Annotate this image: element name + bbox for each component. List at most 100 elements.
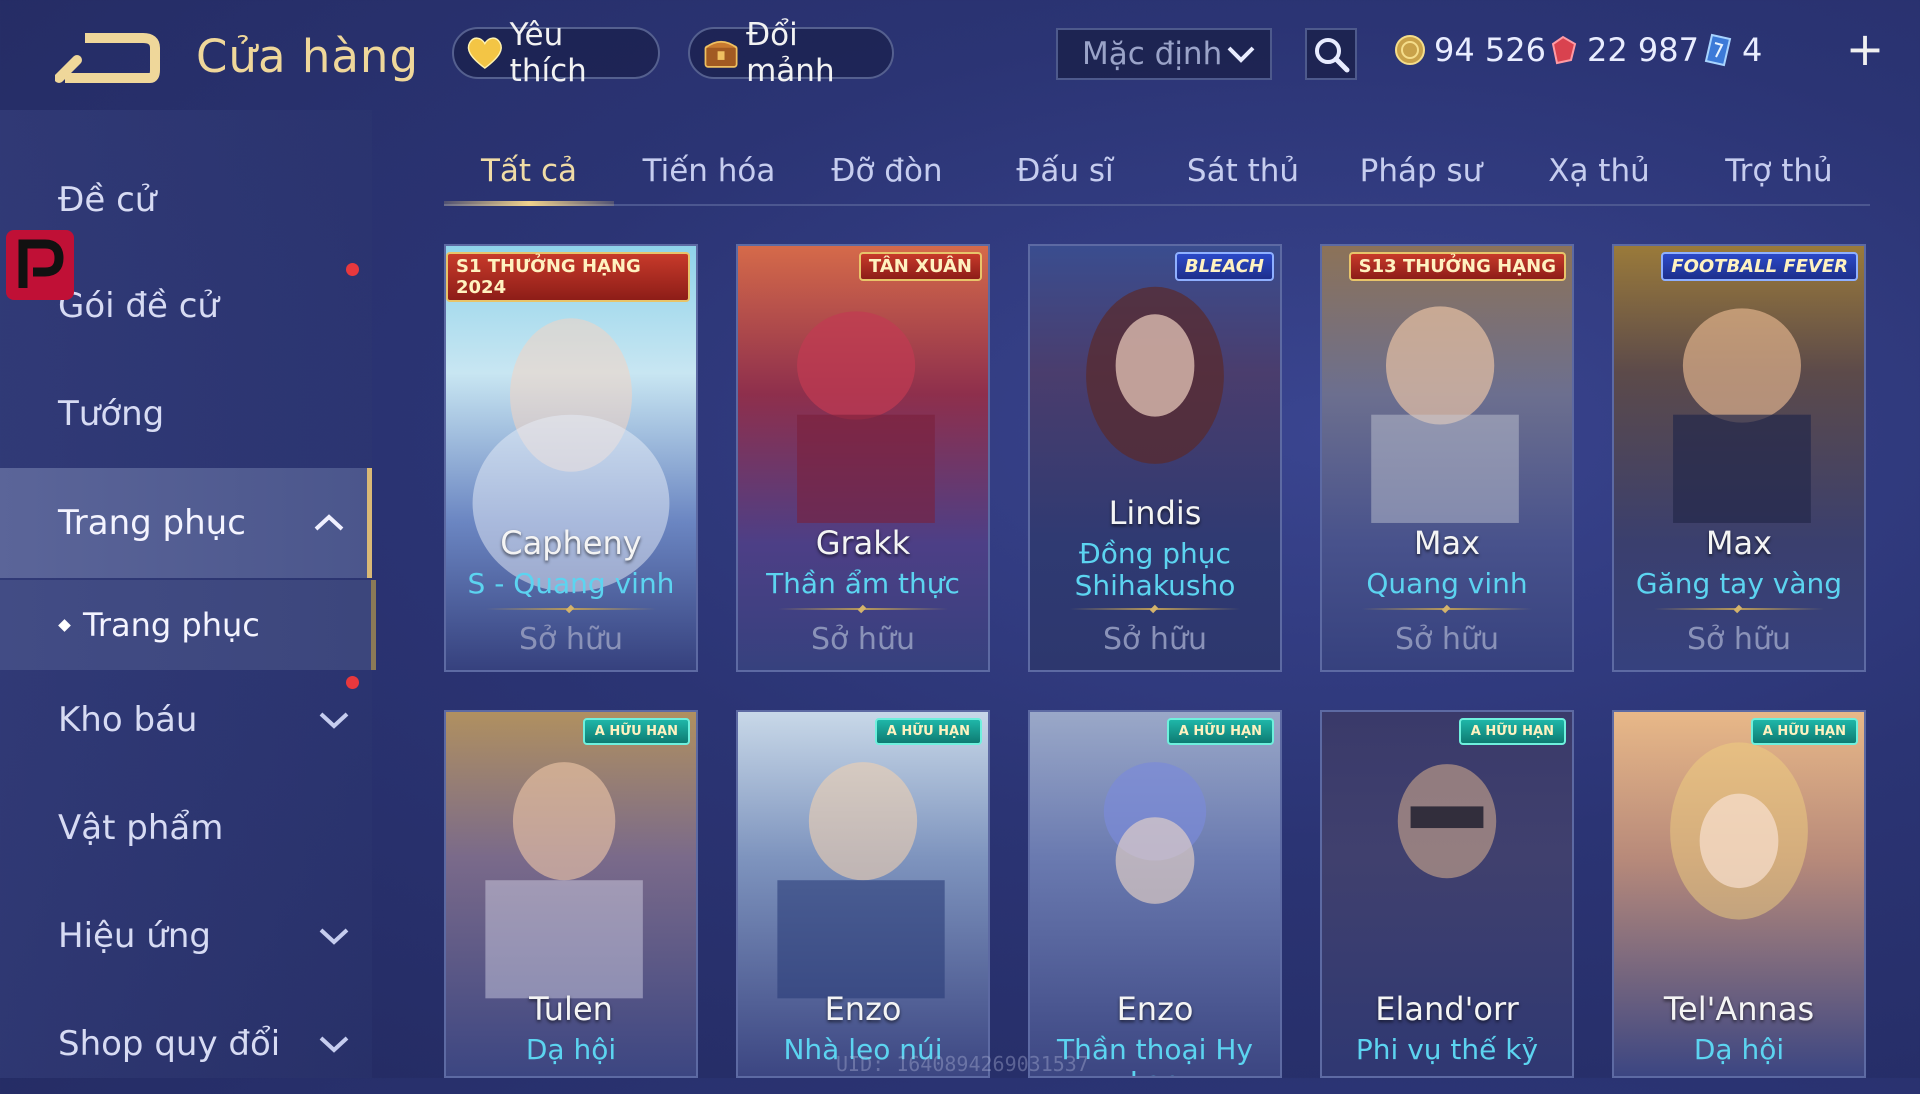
tab-support[interactable]: Trợ thủ xyxy=(1694,140,1864,202)
skin-name: Dạ hội xyxy=(1693,1033,1785,1066)
uid-watermark: UID: 1640894269031537 xyxy=(836,1052,1089,1076)
event-badge: S13 THƯỞNG HẠNG xyxy=(1348,252,1566,281)
skin-card[interactable]: A HỮU HẠN Tulen Dạ hội xyxy=(444,710,698,1078)
event-badge: BLEACH xyxy=(1174,252,1274,281)
favorites-button[interactable]: Yêu thích xyxy=(452,17,660,89)
tab-label: Trợ thủ xyxy=(1725,153,1833,189)
sidebar-item-heroes[interactable]: Tướng xyxy=(0,364,372,464)
chevron-down-icon xyxy=(319,1036,349,1053)
limited-badge: A HỮU HẠN xyxy=(582,718,690,745)
hero-name: Max xyxy=(1413,524,1481,562)
gold-coin-icon xyxy=(1395,35,1425,65)
hero-name: Tel'Annas xyxy=(1663,990,1815,1028)
overlay-logo xyxy=(6,230,74,300)
sidebar-item-skins[interactable]: Trang phục xyxy=(0,468,372,578)
tab-evolution[interactable]: Tiến hóa xyxy=(624,140,794,202)
owned-status: Sở hữu xyxy=(1687,622,1791,657)
hero-name: Capheny xyxy=(500,524,642,562)
tab-label: Đấu sĩ xyxy=(1016,153,1114,189)
heart-icon xyxy=(467,37,502,69)
skin-card[interactable]: A HỮU HẠN Enzo Nhà leo núi xyxy=(736,710,990,1078)
skin-card[interactable]: A HỮU HẠN Tel'Annas Dạ hội xyxy=(1612,710,1866,1078)
hero-name: Max xyxy=(1705,524,1773,562)
skin-card[interactable]: A HỮU HẠN Enzo Thần thoại Hy Lạp xyxy=(1028,710,1282,1078)
hero-name: Enzo xyxy=(1116,990,1194,1028)
tab-label: Tất cả xyxy=(481,153,577,189)
skin-name: Đồng phục Shihakusho xyxy=(1074,537,1236,602)
sidebar-subitem-label: Trang phục xyxy=(83,606,260,644)
voucher-amount: 4 xyxy=(1742,31,1763,69)
skin-card[interactable]: FOOTBALL FEVER Max Găng tay vàng Sở hữu xyxy=(1612,244,1866,672)
sidebar-item-label: Shop quy đổi xyxy=(58,1024,281,1064)
event-badge: TÂN XUÂN xyxy=(858,252,982,281)
event-badge: FOOTBALL FEVER xyxy=(1661,252,1858,281)
fragment-label: Đổi mảnh xyxy=(746,17,835,89)
card-divider xyxy=(1654,608,1824,610)
sort-selected-value: Mặc định xyxy=(1082,36,1223,72)
skin-name: Găng tay vàng xyxy=(1635,567,1843,600)
overlay-logo-icon xyxy=(18,239,64,288)
bullet-icon xyxy=(58,618,71,632)
chevron-down-icon xyxy=(319,712,349,729)
fragment-exchange-button[interactable]: Đổi mảnh xyxy=(688,17,894,89)
skin-card[interactable]: A HỮU HẠN Eland'orr Phi vụ thế kỷ xyxy=(1320,710,1574,1078)
tab-fighter[interactable]: Đấu sĩ xyxy=(980,140,1150,202)
tab-label: Xạ thủ xyxy=(1548,153,1650,189)
search-button[interactable] xyxy=(1305,28,1357,80)
sidebar-item-effects[interactable]: Hiệu ứng xyxy=(0,886,372,986)
owned-status: Sở hữu xyxy=(811,622,915,657)
notification-dot xyxy=(346,263,359,276)
owned-status: Sở hữu xyxy=(1395,622,1499,657)
skin-name: S - Quang vinh xyxy=(467,567,675,600)
voucher-balance: 4 xyxy=(1702,28,1762,72)
skin-card[interactable]: BLEACH Lindis Đồng phục Shihakusho Sở hữ… xyxy=(1028,244,1282,672)
sidebar-item-label: Gói đề cử xyxy=(58,286,219,326)
sidebar-item-label: Trang phục xyxy=(58,503,246,543)
search-icon xyxy=(1315,38,1350,73)
category-tabs: Tất cả Tiến hóa Đỡ đòn Đấu sĩ Sát thủ Ph… xyxy=(444,140,1870,206)
tab-label: Pháp sư xyxy=(1359,153,1483,189)
tab-assassin[interactable]: Sát thủ xyxy=(1158,140,1328,202)
gold-amount: 94 526 xyxy=(1434,31,1546,69)
chevron-down-icon xyxy=(319,928,349,945)
page-title: Cửa hàng xyxy=(196,30,420,83)
sidebar-item-items[interactable]: Vật phẩm xyxy=(0,778,372,878)
sidebar-subitem-skins[interactable]: Trang phục xyxy=(0,580,376,670)
hero-name: Lindis xyxy=(1108,494,1202,532)
skin-card[interactable]: S1 THƯỞNG HẠNG 2024 Capheny S - Quang vi… xyxy=(444,244,698,672)
skin-card[interactable]: TÂN XUÂN Grakk Thần ẩm thực Sở hữu xyxy=(736,244,990,672)
card-divider xyxy=(778,608,948,610)
gold-balance: 94 526 xyxy=(1394,28,1546,72)
hero-name: Tulen xyxy=(529,990,613,1028)
sort-dropdown[interactable]: Mặc định xyxy=(1056,28,1272,80)
voucher-icon xyxy=(1704,33,1732,67)
sidebar-item-label: Hiệu ứng xyxy=(58,916,211,956)
tab-mage[interactable]: Pháp sư xyxy=(1336,140,1506,202)
owned-status: Sở hữu xyxy=(519,622,623,657)
back-button[interactable] xyxy=(54,30,160,85)
sidebar-item-treasure[interactable]: Kho báu xyxy=(0,670,372,770)
sidebar-item-exchange-shop[interactable]: Shop quy đổi xyxy=(0,994,372,1094)
card-divider xyxy=(1070,608,1240,610)
active-tab-indicator xyxy=(444,201,614,206)
tab-all[interactable]: Tất cả xyxy=(444,140,614,206)
tab-tank[interactable]: Đỡ đòn xyxy=(802,140,972,202)
tab-label: Tiến hóa xyxy=(642,153,776,189)
chest-icon xyxy=(704,40,738,68)
skin-card[interactable]: S13 THƯỞNG HẠNG Max Quang vinh Sở hữu xyxy=(1320,244,1574,672)
ruby-balance: 22 987 xyxy=(1547,28,1699,72)
sidebar-item-label: Tướng xyxy=(58,394,165,434)
top-bar: Cửa hàng Yêu thích Đổi mảnh Mặc định 94 … xyxy=(0,0,1920,110)
sidebar-item-label: Đề cử xyxy=(58,180,157,220)
hero-name: Eland'orr xyxy=(1375,990,1519,1028)
plus-icon[interactable]: + xyxy=(1845,26,1885,72)
sidebar: Đề cử Gói đề cử Tướng Trang phục Trang p… xyxy=(0,110,376,1078)
skin-name: Quang vinh xyxy=(1366,567,1528,600)
ruby-icon xyxy=(1551,35,1577,65)
limited-badge: A HỮU HẠN xyxy=(1166,718,1274,745)
card-divider xyxy=(1362,608,1532,610)
ruby-amount: 22 987 xyxy=(1587,31,1699,69)
hero-name: Enzo xyxy=(824,990,902,1028)
tab-marksman[interactable]: Xạ thủ xyxy=(1514,140,1684,202)
chevron-up-icon xyxy=(314,514,344,531)
